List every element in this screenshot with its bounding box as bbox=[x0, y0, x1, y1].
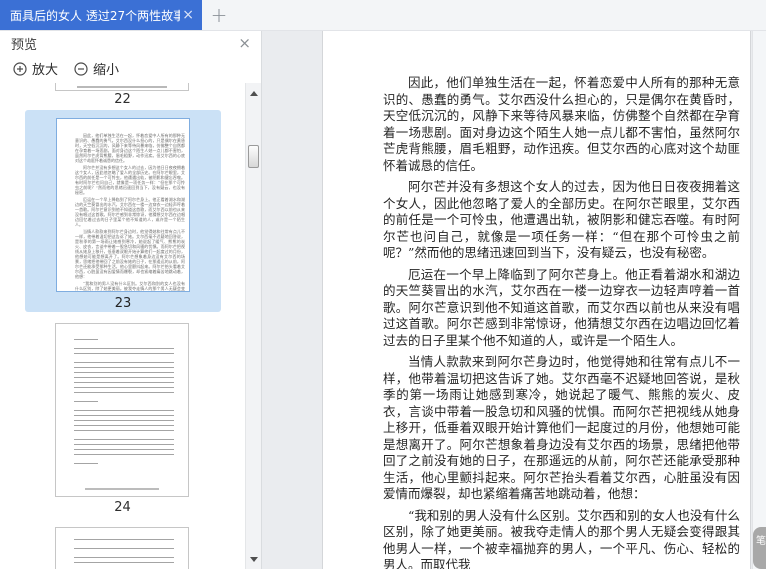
thumbnail-footer-line bbox=[77, 86, 167, 88]
mini-lines bbox=[74, 362, 174, 396]
tab-title: 面具后的女人 透过27个两性故事 bbox=[10, 8, 181, 23]
mini-line bbox=[74, 539, 174, 543]
arrow-up-icon bbox=[249, 90, 258, 96]
thumbnail-page-24[interactable] bbox=[55, 323, 189, 497]
thumbnail-footer-line bbox=[85, 488, 159, 490]
content-row: 预览 × 放大 缩小 22 因此，他们单独生活在一起，怀着恋爱中人所有的那种无意… bbox=[0, 31, 766, 569]
mini-line bbox=[74, 463, 98, 466]
mini-paragraph: 当情人款款来到阿尔芒身边时，他觉得她和往常有点儿不一样，他带着温切把这告诉了她。… bbox=[75, 229, 185, 279]
thumbnail-selected-23[interactable]: 因此，他们单独生活在一起，怀着恋爱中人所有的那种无意识的、愚蠢的勇气。艾尔西没什… bbox=[25, 110, 221, 312]
tab-bar: 面具后的女人 透过27个两性故事 × + bbox=[0, 0, 766, 31]
preview-title: 预览 bbox=[11, 38, 38, 53]
preview-header: 预览 × bbox=[0, 31, 261, 54]
zoom-out-label: 缩小 bbox=[93, 63, 120, 78]
scrollbar-thumb[interactable] bbox=[248, 145, 259, 168]
notes-side-tab[interactable]: 笔 bbox=[753, 527, 766, 569]
app-window: 面具后的女人 透过27个两性故事 × + 预览 × 放大 缩小 22 因此，他们… bbox=[0, 0, 766, 569]
zoom-in-button[interactable]: 放大 bbox=[13, 59, 58, 78]
main-scrollbar-track[interactable] bbox=[752, 31, 766, 569]
new-tab-button[interactable]: + bbox=[202, 0, 236, 30]
mini-paragraph: 因此，他们单独生活在一起，怀着恋爱中人所有的那种无意识的、愚蠢的勇气。艾尔西没什… bbox=[75, 133, 185, 163]
thumbnail-page-25[interactable] bbox=[55, 527, 189, 569]
mini-lines bbox=[74, 348, 174, 357]
mini-paragraph: “我和别的男人没有什么区别。艾尔西和别的女人也没有什么区别，除了她更美丽。被我夺… bbox=[75, 281, 185, 291]
thumbnail-label-23: 23 bbox=[114, 296, 132, 311]
mini-paragraph: 厄运在一个早上降临到了阿尔芒身上。他正看着湖水和湖边的天竺葵冒出的水汽，艾尔西在… bbox=[75, 197, 185, 227]
tab-close-icon[interactable]: × bbox=[182, 8, 194, 22]
mini-line bbox=[74, 548, 174, 552]
notes-side-tab-label: 笔 bbox=[756, 536, 766, 547]
thumbnail-page-23[interactable]: 因此，他们单独生活在一起，怀着恋爱中人所有的那种无意识的、愚蠢的勇气。艾尔西没什… bbox=[56, 118, 190, 292]
paragraph: 阿尔芒并没有多想这个女人的过去，因为他日日夜夜拥着这个女人，因此他忽略了爱人的全… bbox=[383, 179, 740, 260]
mini-lines bbox=[74, 557, 174, 566]
paragraph: 因此，他们单独生活在一起，怀着恋爱中人所有的那种无意识的、愚蠢的勇气。艾尔西没什… bbox=[383, 75, 740, 173]
paragraph: “我和别的男人没有什么区别。艾尔西和别的女人也没有什么区别，除了她更美丽。被我夺… bbox=[383, 507, 740, 569]
mini-paragraph: 阿尔芒并没有多想这个女人的过去，因为他日日夜夜拥着这个女人，因此他忽略了爱人的全… bbox=[75, 165, 185, 195]
thumbnail-label-24: 24 bbox=[114, 500, 131, 515]
zoom-in-label: 放大 bbox=[32, 63, 59, 78]
zoom-out-button[interactable]: 缩小 bbox=[74, 59, 119, 78]
thumbnail-page-22[interactable] bbox=[55, 83, 189, 91]
mini-line bbox=[74, 401, 98, 404]
zoom-in-icon bbox=[13, 61, 27, 76]
scroll-down-button[interactable] bbox=[246, 551, 261, 567]
paragraph: 厄运在一个早上降临到了阿尔芒身上。他正看着湖水和湖边的天竺葵冒出的水汽，艾尔西在… bbox=[383, 266, 740, 348]
mini-lines bbox=[74, 439, 174, 458]
document-page: 因此，他们单独生活在一起，怀着恋爱中人所有的那种无意识的、愚蠢的勇气。艾尔西没什… bbox=[322, 31, 751, 569]
mini-lines bbox=[74, 410, 174, 434]
zoom-out-icon bbox=[74, 61, 88, 76]
thumbnail-scrollbar[interactable] bbox=[245, 83, 261, 569]
browser-tab-active[interactable]: 面具后的女人 透过27个两性故事 × bbox=[0, 0, 202, 30]
document-viewer: 因此，他们单独生活在一起，怀着恋爱中人所有的那种无意识的、愚蠢的勇气。艾尔西没什… bbox=[262, 31, 766, 569]
scroll-up-button[interactable] bbox=[246, 85, 261, 101]
paragraph: 当情人款款来到阿尔芒身边时，他觉得她和往常有点儿不一样，他带着温切把这告诉了她。… bbox=[383, 354, 740, 501]
mini-line bbox=[74, 339, 98, 342]
preview-sidebar: 预览 × 放大 缩小 22 因此，他们单独生活在一起，怀着恋爱中人所有的那种无意… bbox=[0, 31, 262, 569]
thumbnail-list: 22 因此，他们单独生活在一起，怀着恋爱中人所有的那种无意识的、愚蠢的勇气。艾尔… bbox=[0, 83, 245, 569]
thumbnail-label-22: 22 bbox=[114, 92, 131, 107]
arrow-down-icon bbox=[249, 556, 258, 562]
preview-toolbar: 放大 缩小 bbox=[0, 54, 261, 83]
document-text: 因此，他们单独生活在一起，怀着恋爱中人所有的那种无意识的、愚蠢的勇气。艾尔西没什… bbox=[323, 31, 740, 569]
preview-close-icon[interactable]: × bbox=[238, 36, 251, 51]
thumbnail-page-23-text: 因此，他们单独生活在一起，怀着恋爱中人所有的那种无意识的、愚蠢的勇气。艾尔西没什… bbox=[57, 119, 189, 291]
